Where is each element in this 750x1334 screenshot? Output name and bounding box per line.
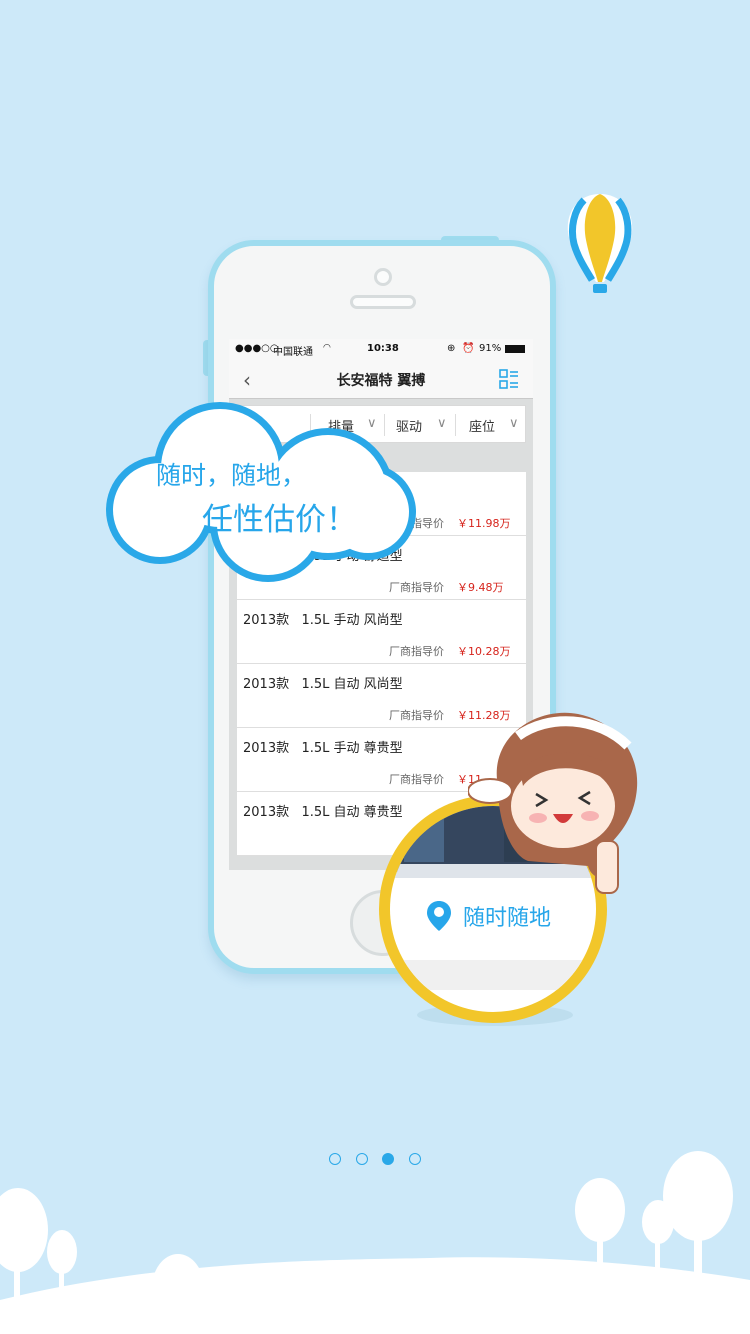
list-item[interactable]: 2013款 1.5L 手动 风尚型 厂商指导价 ￥10.28万 [237,600,526,664]
model-name: 2013款 1.5L 手动 尊贵型 [243,741,403,756]
price-value: ￥10.28万 [457,645,511,658]
badge-label: 随时随地 [463,906,552,931]
list-menu-icon[interactable] [499,369,519,389]
nav-bar: ‹ 长安福特 翼搏 [229,359,533,399]
chevron-down-icon: ∨ [509,416,519,431]
alarm-icon: ⏰ [462,343,475,354]
price-label: 厂商指导价 [389,773,444,786]
status-time: 10:38 [367,343,399,354]
model-name: 2013款 1.5L 自动 风尚型 [243,677,403,692]
cartoon-girl-character [468,712,638,894]
filter-seats[interactable]: 座位 [469,416,495,435]
phone-camera [374,268,392,286]
status-bar: ●●●○○ 中国联通 ◠ 10:38 ⊕ ⏰ 91% [229,339,533,359]
price-label: 厂商指导价 [389,709,444,722]
location-pin-icon [427,901,451,931]
price-value: ￥9.48万 [457,581,504,594]
filter-divider [455,414,456,436]
model-name: 2013款 1.5L 手动 风尚型 [243,613,403,628]
battery-percent: 91% [479,343,502,354]
price-label: 厂商指导价 [389,645,444,658]
cloud-text-line2: 任性估价！ [202,502,357,538]
price-value: ￥11.98万 [457,517,511,530]
phone-speaker [350,295,416,309]
hot-air-balloon-illustration [567,194,633,293]
lock-rotation-icon: ⊕ [447,343,456,354]
chevron-down-icon: ∨ [437,416,447,431]
wifi-icon: ◠ [323,343,331,353]
landscape-illustration [0,1151,750,1334]
battery-icon [505,345,525,353]
page-title: 长安福特 翼搏 [336,373,426,389]
cloud-text-line1: 随时，随地， [156,461,307,490]
carrier-label: 中国联通 [273,347,313,358]
